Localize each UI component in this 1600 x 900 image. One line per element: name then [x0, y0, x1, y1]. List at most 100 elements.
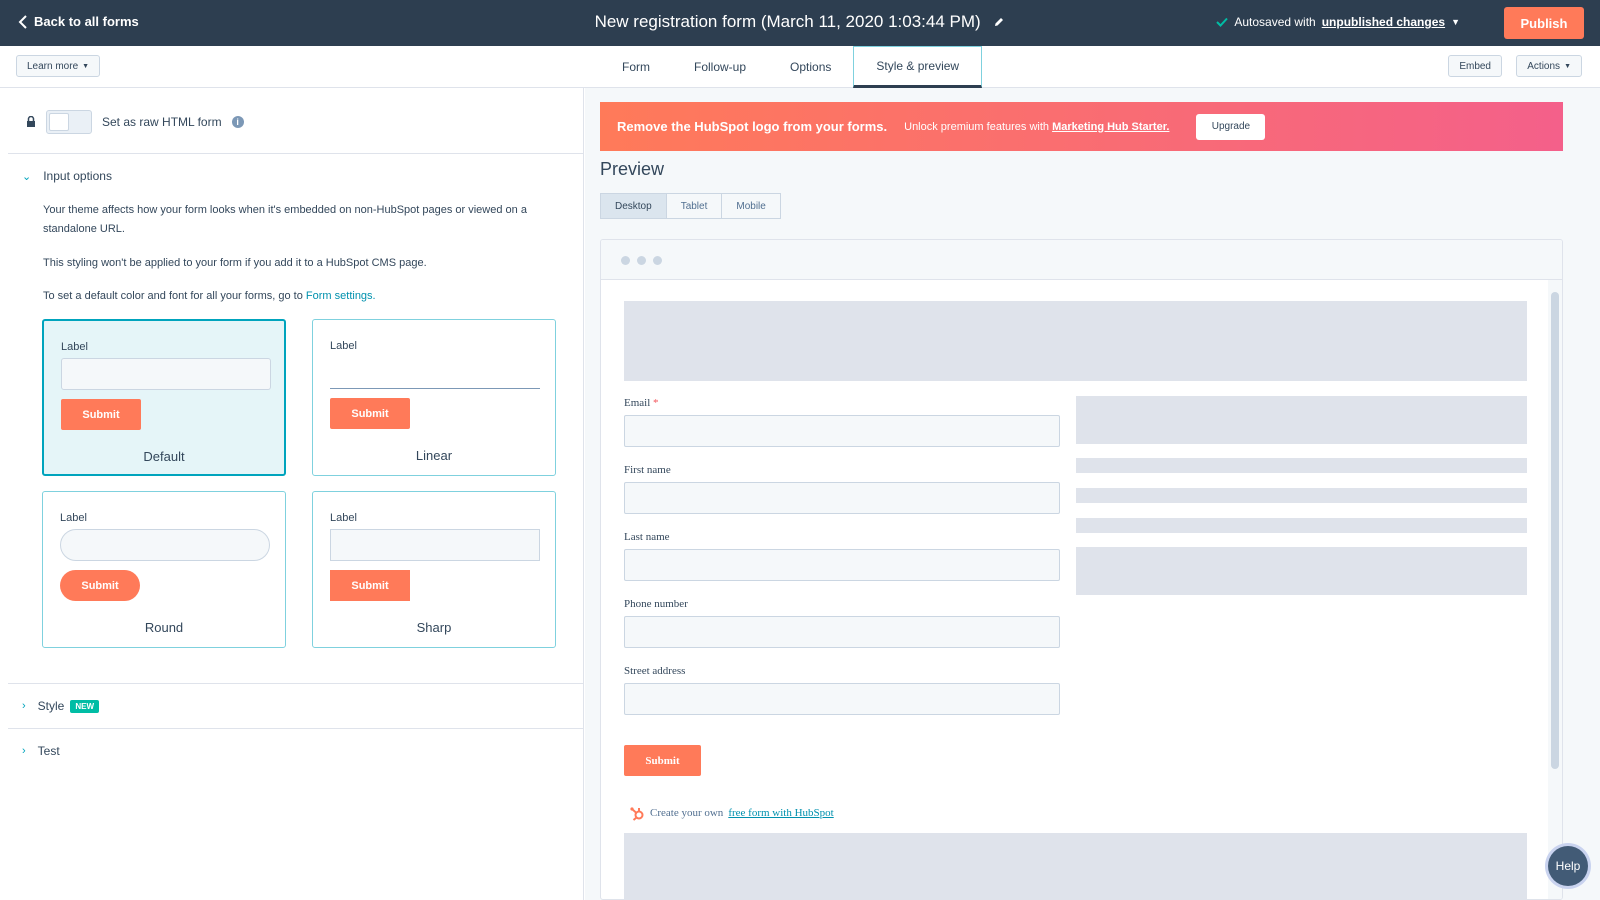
upgrade-button[interactable]: Upgrade	[1196, 113, 1266, 140]
raw-html-row: Set as raw HTML form i	[26, 110, 244, 134]
divider	[8, 153, 584, 154]
card-submit-sample: Submit	[61, 399, 141, 430]
input-options-header[interactable]: ⌄ Input options	[22, 169, 112, 183]
style-section-header[interactable]: › Style NEW	[22, 699, 100, 713]
preview-heading: Preview	[600, 159, 665, 179]
tab-style-preview[interactable]: Style & preview	[853, 46, 983, 88]
sub-navigation: Learn more ▼ Form Follow-up Options Styl…	[0, 46, 1600, 88]
test-section-header[interactable]: › Test	[22, 744, 60, 758]
card-input-sample	[60, 529, 270, 561]
test-section-label: Test	[37, 744, 60, 758]
card-submit-sample: Submit	[60, 570, 140, 601]
device-switcher: Desktop Tablet Mobile	[600, 193, 781, 219]
learn-more-button[interactable]: Learn more ▼	[16, 55, 101, 77]
upgrade-banner: Remove the HubSpot logo from your forms.…	[600, 102, 1563, 151]
card-style-name: Linear	[415, 448, 453, 463]
placeholder-line	[1076, 518, 1527, 533]
preview-scrollbar[interactable]	[1548, 280, 1562, 899]
input-style-card-sharp[interactable]: Label Submit Sharp	[312, 491, 556, 648]
device-mobile-button[interactable]: Mobile	[721, 193, 781, 219]
cms-note: This styling won't be applied to your fo…	[43, 257, 427, 269]
chevron-right-icon: ›	[22, 700, 26, 712]
input-options-heading: Input options	[43, 169, 112, 183]
form-settings-link[interactable]: Form settings.	[306, 290, 376, 302]
street-address-field[interactable]	[624, 683, 1060, 715]
chevron-down-icon: ⌄	[22, 170, 32, 183]
last-name-label: Last name	[624, 531, 670, 543]
placeholder-line	[1076, 488, 1527, 503]
form-title: New registration form (March 11, 2020 1:…	[594, 12, 981, 31]
email-label-text: Email	[624, 397, 651, 409]
preview-browser-frame: Email * First name Last name Phone numbe…	[600, 239, 1563, 900]
form-settings-prefix: To set a default color and font for all …	[43, 290, 303, 302]
unpublished-changes-link[interactable]: unpublished changes	[1322, 15, 1445, 29]
preview-submit-button[interactable]: Submit	[624, 745, 701, 776]
first-name-field[interactable]	[624, 482, 1060, 514]
banner-text-prefix: Unlock premium features with	[904, 120, 1050, 133]
card-style-name: Sharp	[416, 620, 452, 635]
email-label: Email *	[624, 397, 659, 409]
input-style-card-default[interactable]: Label Submit Default	[42, 319, 286, 476]
placeholder-block	[1076, 547, 1527, 595]
actions-label: Actions	[1527, 60, 1561, 72]
tab-options[interactable]: Options	[768, 46, 853, 88]
device-desktop-button[interactable]: Desktop	[600, 193, 667, 219]
phone-number-field[interactable]	[624, 616, 1060, 648]
placeholder-block	[624, 833, 1527, 899]
required-marker: *	[653, 397, 659, 409]
card-submit-sample: Submit	[330, 570, 410, 601]
input-style-card-round[interactable]: Label Submit Round	[42, 491, 286, 648]
style-section-label: Style	[37, 699, 65, 713]
info-icon[interactable]: i	[231, 116, 244, 128]
check-icon	[1216, 17, 1229, 27]
learn-more-label: Learn more	[27, 60, 79, 72]
card-style-name: Default	[143, 449, 185, 464]
placeholder-block	[624, 301, 1527, 381]
marketing-hub-link[interactable]: Marketing Hub Starter.	[1052, 121, 1169, 133]
style-settings-panel: Set as raw HTML form i ⌄ Input options Y…	[0, 88, 584, 900]
raw-html-toggle[interactable]	[46, 110, 92, 134]
tab-bar: Form Follow-up Options Style & preview	[600, 46, 983, 88]
chevron-right-icon: ›	[22, 745, 26, 757]
divider	[8, 683, 584, 684]
help-button[interactable]: Help	[1548, 846, 1588, 886]
placeholder-line	[1076, 458, 1527, 473]
scrollbar-thumb[interactable]	[1551, 292, 1559, 769]
tab-follow-up[interactable]: Follow-up	[672, 46, 768, 88]
caret-down-icon: ▼	[1564, 62, 1571, 70]
card-field-label: Label	[330, 340, 357, 352]
pencil-icon[interactable]	[993, 13, 1005, 33]
credit-prefix: Create your own	[650, 807, 724, 819]
raw-html-label: Set as raw HTML form	[102, 115, 222, 129]
actions-button[interactable]: Actions ▼	[1516, 55, 1582, 77]
new-badge: NEW	[70, 699, 100, 713]
card-style-name: Round	[144, 620, 184, 635]
top-bar: Back to all forms New registration form …	[0, 0, 1600, 46]
banner-text: Unlock premium features with Marketing H…	[904, 121, 1169, 133]
card-input-sample	[330, 357, 540, 389]
theme-description: Your theme affects how your form looks w…	[43, 204, 527, 235]
autosave-text: Autosaved with	[1234, 15, 1316, 29]
card-field-label: Label	[60, 512, 87, 524]
publish-button[interactable]: Publish	[1504, 7, 1584, 39]
card-submit-sample: Submit	[330, 398, 410, 429]
embed-button[interactable]: Embed	[1448, 55, 1502, 77]
card-input-sample	[61, 358, 271, 390]
free-form-link[interactable]: free form with HubSpot	[728, 807, 833, 819]
banner-headline: Remove the HubSpot logo from your forms.	[617, 119, 888, 134]
form-settings-note: To set a default color and font for all …	[43, 287, 573, 306]
street-address-label: Street address	[624, 665, 686, 677]
lock-icon	[27, 116, 35, 127]
first-name-label: First name	[624, 464, 671, 476]
input-style-card-linear[interactable]: Label Submit Linear	[312, 319, 556, 476]
window-dot	[653, 256, 662, 265]
placeholder-block	[1076, 396, 1527, 444]
tab-form[interactable]: Form	[600, 46, 672, 88]
device-tablet-button[interactable]: Tablet	[665, 193, 723, 219]
caret-down-icon: ▼	[82, 62, 90, 70]
caret-down-icon[interactable]: ▼	[1451, 17, 1460, 27]
window-dot	[621, 256, 630, 265]
last-name-field[interactable]	[624, 549, 1060, 581]
card-input-sample	[330, 529, 540, 561]
email-field[interactable]	[624, 415, 1060, 447]
